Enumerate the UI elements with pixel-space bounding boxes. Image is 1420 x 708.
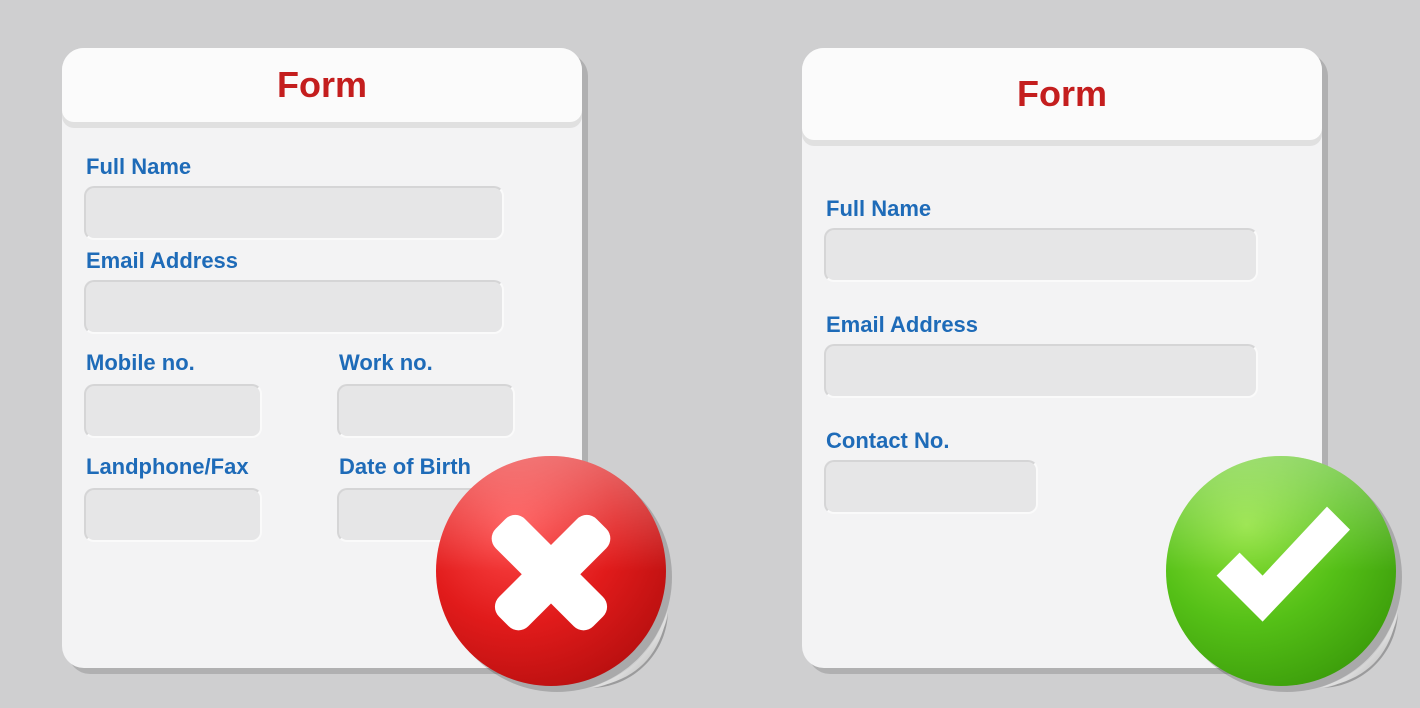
form-title: Form [802,48,1322,140]
input-work[interactable] [337,384,515,438]
label-full-name: Full Name [86,154,560,180]
wrong-sticker [436,456,666,686]
correct-sticker [1166,456,1396,686]
sticker-curl-icon [590,610,668,688]
label-landphone: Landphone/Fax [86,454,307,482]
input-email[interactable] [84,280,504,334]
label-email: Email Address [826,312,1300,338]
label-mobile: Mobile no. [86,350,307,378]
sticker-curl-icon [1320,610,1398,688]
comparison-stage: Form Full Name Email Address Mobile no. … [0,0,1420,708]
input-landphone[interactable] [84,488,262,542]
input-full-name[interactable] [824,228,1258,282]
input-full-name[interactable] [84,186,504,240]
label-email: Email Address [86,248,560,274]
label-contact: Contact No. [826,428,1300,454]
label-work: Work no. [339,350,560,378]
label-full-name: Full Name [826,196,1300,222]
form-title: Form [62,48,582,122]
input-contact[interactable] [824,460,1038,514]
input-email[interactable] [824,344,1258,398]
input-mobile[interactable] [84,384,262,438]
